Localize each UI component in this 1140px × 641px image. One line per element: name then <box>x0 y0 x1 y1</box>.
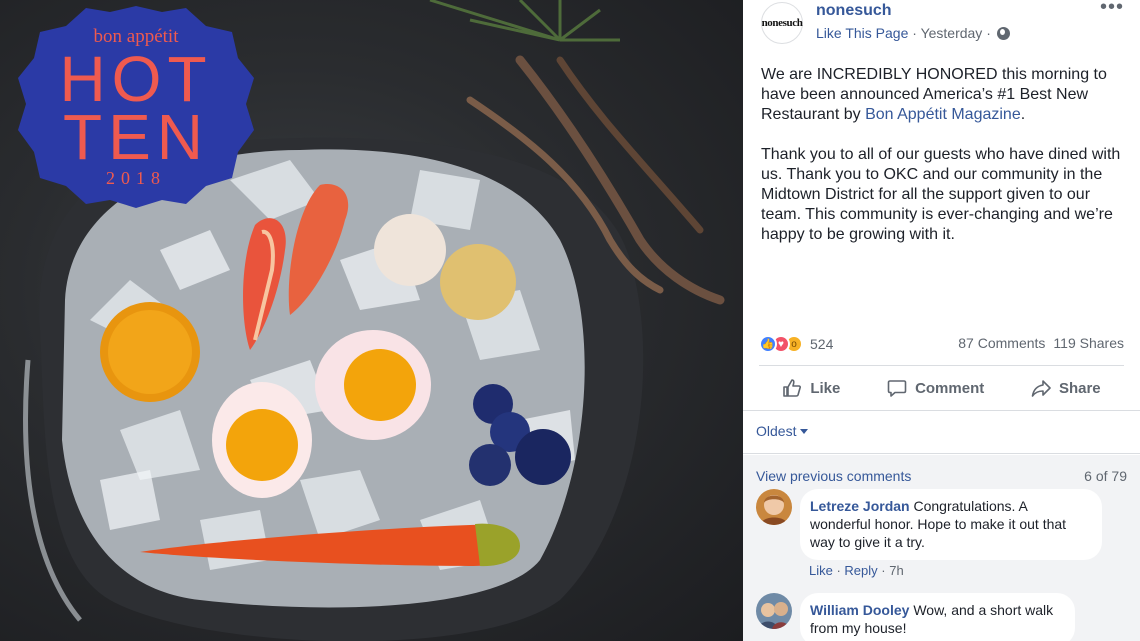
like-page-link[interactable]: Like This Page <box>816 25 908 41</box>
page-avatar-text: nonesuch <box>761 17 803 29</box>
comment-actions-separator: · <box>877 563 890 578</box>
page-avatar[interactable]: nonesuch <box>761 2 803 44</box>
post-side-panel: nonesuch nonesuch Like This Page · Yeste… <box>743 0 1140 641</box>
comment-button[interactable]: Comment <box>887 378 984 398</box>
shares-count-link[interactable]: 119 Shares <box>1053 335 1124 351</box>
view-previous-comments-link[interactable]: View previous comments <box>756 468 911 484</box>
post-text: We are INCREDIBLY HONORED this morning t… <box>761 65 1123 265</box>
post-meta: Like This Page · Yesterday · <box>816 25 1010 41</box>
post-paragraph-2: Thank you to all of our guests who have … <box>761 146 1121 243</box>
badge-year-text: 2018 <box>106 168 166 188</box>
commenter-avatar[interactable] <box>756 593 792 629</box>
commenter-name-link[interactable]: William Dooley <box>810 602 909 618</box>
divider <box>743 453 1140 454</box>
reaction-count[interactable]: 524 <box>810 336 833 352</box>
post-timestamp[interactable]: Yesterday <box>921 25 983 41</box>
meta-separator: · <box>908 25 921 41</box>
caret-down-icon <box>800 429 809 434</box>
divider <box>743 410 1140 411</box>
share-arrow-icon <box>1031 380 1051 397</box>
divider <box>759 365 1124 366</box>
meta-separator-2: · <box>982 25 995 41</box>
comment-actions-separator: · <box>832 563 845 578</box>
thumbs-up-icon <box>783 379 802 397</box>
badge-hot-text: HOT <box>59 43 213 115</box>
share-button[interactable]: Share <box>1031 378 1101 398</box>
post-paragraph-1: We are INCREDIBLY HONORED this morning t… <box>761 65 1123 125</box>
comment-sort-dropdown[interactable]: Oldest <box>756 423 809 439</box>
comment-bubble: William Dooley Wow, and a short walk fro… <box>800 593 1075 641</box>
post-header: nonesuch nonesuch Like This Page · Yeste… <box>743 0 1140 50</box>
avatar-photo <box>756 593 792 629</box>
more-options-icon[interactable]: ••• <box>1100 0 1124 19</box>
badge-ten-text: TEN <box>63 101 209 173</box>
globe-icon <box>996 27 1010 40</box>
avatar-photo <box>756 489 792 525</box>
post-actions: Like Comment Share <box>759 370 1124 406</box>
post-paragraph-1-end: . <box>1020 106 1026 123</box>
comments-count-indicator: 6 of 79 <box>1084 468 1127 484</box>
comment-sort-label: Oldest <box>756 423 797 439</box>
like-button[interactable]: Like <box>782 378 840 398</box>
comment-timestamp[interactable]: 7h <box>889 563 903 578</box>
post-photo[interactable]: bon appétit HOT TEN 2018 <box>0 0 743 641</box>
commenter-name-link[interactable]: Letreze Jordan <box>810 498 910 514</box>
comment-reply-link[interactable]: Reply <box>844 563 877 578</box>
comment-button-label: Comment <box>915 379 985 397</box>
share-button-label: Share <box>1058 379 1101 397</box>
comments-count-link[interactable]: 87 Comments <box>958 335 1045 351</box>
reactions-summary[interactable]: 👍 ♥ o 524 <box>759 333 833 355</box>
like-reaction-icon: 👍 <box>759 335 777 353</box>
page-name-link[interactable]: nonesuch <box>816 2 892 20</box>
commenter-avatar[interactable] <box>756 489 792 525</box>
like-button-label: Like <box>810 379 841 397</box>
bon-appetit-link[interactable]: Bon Appétit Magazine <box>865 106 1021 123</box>
comment-actions: Like · Reply · 7h <box>809 563 904 578</box>
comments-area: View previous comments 6 of 79 Letreze J… <box>743 455 1140 641</box>
comment-like-link[interactable]: Like <box>809 563 833 578</box>
comment-icon <box>887 380 907 397</box>
hot-ten-badge: bon appétit HOT TEN 2018 <box>30 24 242 189</box>
comment-bubble: Letreze Jordan Congratulations. A wonder… <box>800 489 1102 560</box>
post-stats: 87 Comments 119 Shares <box>958 335 1124 351</box>
